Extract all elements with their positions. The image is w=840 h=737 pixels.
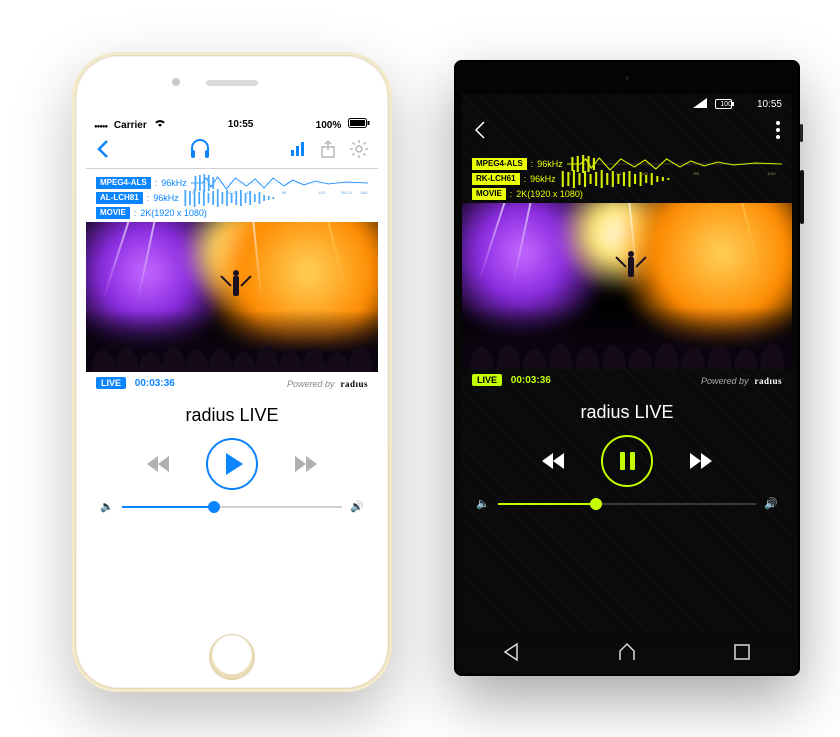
android-side-detail	[800, 124, 803, 142]
wifi-icon	[154, 120, 166, 131]
battery-percent: 100	[720, 101, 732, 108]
volume-low-icon: 🔈	[476, 497, 490, 510]
share-icon[interactable]	[320, 140, 336, 163]
signal-strength-icon	[693, 98, 707, 111]
system-recent-apps-button[interactable]	[732, 642, 752, 667]
tag-channel: RK-LCH61	[472, 173, 520, 185]
ios-status-bar: Carrier 10:55 100%	[86, 114, 378, 134]
tag-movie: MOVIE	[96, 207, 130, 219]
play-icon	[226, 453, 243, 475]
android-front-camera	[623, 74, 631, 82]
live-badge: LIVE	[96, 377, 126, 389]
status-time: 10:55	[228, 119, 254, 130]
transport-controls	[462, 429, 792, 497]
video-preview[interactable]	[462, 203, 792, 369]
fast-forward-button[interactable]	[294, 452, 318, 476]
volume-thumb[interactable]	[590, 498, 602, 510]
volume-low-icon: 🔈	[100, 500, 114, 513]
waveform-bottom	[560, 168, 782, 190]
value-channel: 96kHz	[530, 174, 556, 184]
back-button[interactable]	[96, 139, 110, 164]
iphone-speaker-grille	[206, 80, 258, 86]
volume-thumb[interactable]	[208, 501, 220, 513]
tag-channel: AL-LCH81	[96, 192, 143, 204]
iphone-device-frame: Carrier 10:55 100%	[72, 52, 392, 692]
waveform-bottom	[183, 187, 368, 209]
carrier-label: Carrier	[114, 120, 147, 131]
crowd-silhouette	[462, 307, 792, 369]
spec-row-channel: AL-LCH81 : 96kHz	[96, 190, 368, 205]
powered-by: Powered by radıus	[287, 379, 368, 389]
system-back-button[interactable]	[502, 642, 522, 667]
live-badge: LIVE	[472, 374, 502, 386]
ios-nav-bar	[86, 134, 378, 169]
powered-by: Powered by radıus	[701, 376, 782, 386]
powered-by-label: Powered by	[287, 379, 335, 389]
spec-row-channel: RK-LCH61 : 96kHz	[472, 171, 782, 186]
status-time: 10:55	[757, 99, 782, 110]
volume-track[interactable]	[122, 506, 343, 508]
pause-button[interactable]	[601, 435, 653, 487]
signal-strength-icon	[94, 120, 107, 131]
sep: :	[531, 159, 534, 169]
android-app-bar	[462, 114, 792, 150]
sep: :	[155, 178, 158, 188]
play-button[interactable]	[206, 438, 258, 490]
headphones-icon[interactable]	[189, 139, 211, 164]
iphone-screen: Carrier 10:55 100%	[86, 114, 378, 622]
android-system-nav	[454, 632, 800, 676]
value-movie: 2K(1920 x 1080)	[140, 208, 207, 218]
elapsed-time: 00:03:36	[135, 378, 175, 389]
value-movie: 2K(1920 x 1080)	[516, 189, 583, 199]
iphone-home-button[interactable]	[209, 634, 255, 680]
format-spec-panel: MPEG4-ALS : 96kHz 044.14896192 RK-LCH61 …	[462, 150, 792, 203]
tag-codec: MPEG4-ALS	[96, 177, 151, 189]
volume-track[interactable]	[498, 503, 757, 505]
transport-controls	[86, 432, 378, 500]
pause-icon	[620, 452, 635, 470]
fast-forward-button[interactable]	[689, 449, 713, 473]
android-power-button[interactable]	[800, 170, 804, 224]
track-title: radius LIVE	[86, 395, 378, 432]
performer-silhouette	[624, 249, 638, 281]
playback-info-bar: LIVE 00:03:36 Powered by radıus	[462, 369, 792, 392]
volume-slider[interactable]: 🔈 🔊	[86, 500, 378, 523]
track-title: radius LIVE	[462, 392, 792, 429]
volume-slider[interactable]: 🔈 🔊	[462, 497, 792, 520]
brand-logo-text: radıus	[340, 379, 368, 389]
performer-silhouette	[229, 268, 243, 300]
value-channel: 96kHz	[153, 193, 179, 203]
back-button[interactable]	[474, 120, 486, 145]
powered-by-label: Powered by	[701, 376, 749, 386]
system-home-button[interactable]	[617, 642, 637, 667]
sep: :	[524, 174, 527, 184]
rewind-button[interactable]	[541, 449, 565, 473]
tag-codec: MPEG4-ALS	[472, 158, 527, 170]
format-spec-panel: MPEG4-ALS : 96kHz 044.14896192352.8384	[86, 169, 378, 222]
android-screen: 100 10:55 MPEG4-ALS : 96kHz	[462, 94, 792, 632]
sep: :	[134, 208, 137, 218]
playback-info-bar: LIVE 00:03:36 Powered by radıus	[86, 372, 378, 395]
volume-high-icon: 🔊	[764, 497, 778, 510]
android-status-bar: 100 10:55	[462, 94, 792, 114]
settings-gear-icon[interactable]	[350, 140, 368, 163]
elapsed-time: 00:03:36	[511, 375, 551, 386]
sep: :	[510, 189, 513, 199]
equalizer-icon[interactable]	[290, 141, 306, 162]
overflow-menu-icon[interactable]	[776, 121, 780, 144]
tag-movie: MOVIE	[472, 188, 506, 200]
volume-high-icon: 🔊	[350, 500, 364, 513]
iphone-front-camera	[172, 78, 180, 86]
battery-icon	[348, 120, 370, 131]
crowd-silhouette	[86, 310, 378, 372]
battery-icon: 100	[715, 99, 749, 109]
brand-logo-text: radıus	[754, 376, 782, 386]
battery-percent: 100%	[316, 120, 342, 131]
android-device-frame: 100 10:55 MPEG4-ALS : 96kHz	[454, 60, 800, 676]
rewind-button[interactable]	[146, 452, 170, 476]
sep: :	[147, 193, 150, 203]
video-preview[interactable]	[86, 222, 378, 372]
